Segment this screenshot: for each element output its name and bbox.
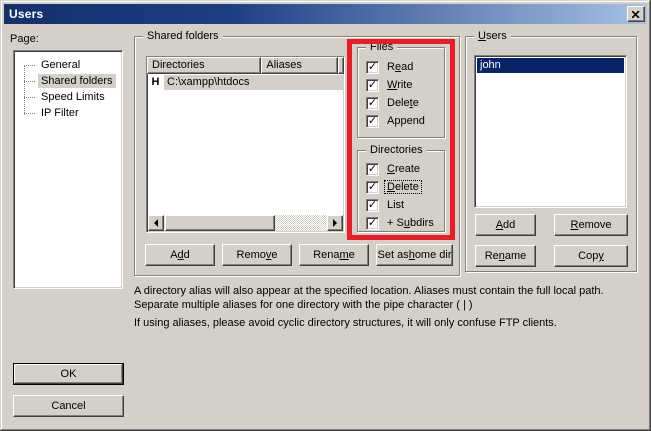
cyclic-help-text: If using aliases, please avoid cyclic di… xyxy=(134,316,636,330)
checkbox-icon: ✓ xyxy=(366,97,379,110)
remove-user-button[interactable]: Remove xyxy=(554,214,628,236)
listview-header: Directories Aliases xyxy=(147,57,344,74)
check-icon: ✓ xyxy=(368,61,377,72)
check-icon: ✓ xyxy=(368,79,377,90)
checkbox-read[interactable]: ✓ Read xyxy=(366,58,444,76)
tree-connector xyxy=(24,113,35,114)
directories-listview: Directories Aliases H C:\xampp\htdocs xyxy=(146,56,345,233)
close-button[interactable] xyxy=(627,6,645,22)
tree-connector xyxy=(24,66,25,115)
checkbox-icon: ✓ xyxy=(366,199,379,212)
users-group: Users john xyxy=(465,36,637,272)
scroll-left-button[interactable] xyxy=(148,215,164,231)
tree-connector xyxy=(24,97,35,98)
column-header-aliases[interactable]: Aliases xyxy=(261,57,338,74)
shared-folders-legend: Shared folders xyxy=(143,30,223,42)
check-icon: ✓ xyxy=(368,97,377,108)
copy-user-button[interactable]: Copy xyxy=(554,245,628,267)
checkbox-icon: ✓ xyxy=(366,163,379,176)
column-header-directories[interactable]: Directories xyxy=(147,57,261,74)
close-icon xyxy=(632,11,640,18)
checkbox-append[interactable]: ✓ Append xyxy=(366,112,444,130)
checkbox-list[interactable]: ✓ List xyxy=(366,196,444,214)
checkbox-delete-dir[interactable]: ✓ Delete xyxy=(366,178,444,196)
user-row[interactable]: john xyxy=(477,58,624,73)
checkbox-icon: ✓ xyxy=(366,61,379,74)
cancel-button[interactable]: Cancel xyxy=(13,395,124,417)
users-dialog: Users Page: General Shared folders Speed… xyxy=(0,0,651,431)
checkbox-write[interactable]: ✓ Write xyxy=(366,76,444,94)
scrollbar-thumb[interactable] xyxy=(165,215,275,231)
checkbox-icon: ✓ xyxy=(366,217,379,230)
page-item-shared-folders[interactable]: Shared folders xyxy=(20,73,120,89)
titlebar[interactable]: Users xyxy=(4,4,647,24)
rename-folder-button[interactable]: Rename xyxy=(299,244,369,266)
check-icon: ✓ xyxy=(368,217,377,228)
checkbox-delete-file[interactable]: ✓ Delete xyxy=(366,94,444,112)
directory-row[interactable]: H C:\xampp\htdocs xyxy=(147,74,344,90)
page-item-general[interactable]: General xyxy=(20,57,120,73)
directories-group: Directories ✓ Create ✓ Delete ✓ List ✓ +… xyxy=(357,150,445,232)
scroll-right-icon xyxy=(333,219,341,227)
set-home-dir-button[interactable]: Set as home dir xyxy=(376,244,453,266)
checkbox-icon: ✓ xyxy=(366,79,379,92)
add-folder-button[interactable]: Add xyxy=(145,244,215,266)
checkbox-icon: ✓ xyxy=(366,181,379,194)
check-icon: ✓ xyxy=(368,199,377,210)
tree-connector xyxy=(24,65,35,66)
tree-connector xyxy=(24,81,35,82)
ok-button[interactable]: OK xyxy=(13,363,124,385)
check-icon: ✓ xyxy=(368,115,377,126)
window-title: Users xyxy=(4,7,43,21)
check-icon: ✓ xyxy=(368,181,377,192)
alias-help-text: A directory alias will also appear at th… xyxy=(134,284,636,312)
column-header-filler xyxy=(338,57,344,74)
page-item-ip-filter[interactable]: IP Filter xyxy=(20,105,120,121)
directory-path: C:\xampp\htdocs xyxy=(164,75,344,90)
users-legend: Users xyxy=(474,30,511,42)
rename-user-button[interactable]: Rename xyxy=(475,245,536,267)
checkbox-icon: ✓ xyxy=(366,115,379,128)
scroll-right-button[interactable] xyxy=(327,215,343,231)
checkbox-subdirs[interactable]: ✓ + Subdirs xyxy=(366,214,444,232)
page-label: Page: xyxy=(10,33,39,45)
files-group: Files ✓ Read ✓ Write ✓ Delete ✓ Append xyxy=(357,47,445,138)
users-listbox: john xyxy=(474,55,627,208)
directories-legend: Directories xyxy=(366,144,427,156)
page-list: General Shared folders Speed Limits IP F… xyxy=(13,50,123,289)
remove-folder-button[interactable]: Remove xyxy=(222,244,292,266)
checkbox-create[interactable]: ✓ Create xyxy=(366,160,444,178)
page-item-speed-limits[interactable]: Speed Limits xyxy=(20,89,120,105)
check-icon: ✓ xyxy=(368,163,377,174)
horizontal-scrollbar[interactable] xyxy=(148,215,343,231)
home-flag: H xyxy=(147,76,164,88)
add-user-button[interactable]: Add xyxy=(475,214,536,236)
scroll-left-icon xyxy=(150,219,158,227)
files-legend: Files xyxy=(366,41,397,53)
